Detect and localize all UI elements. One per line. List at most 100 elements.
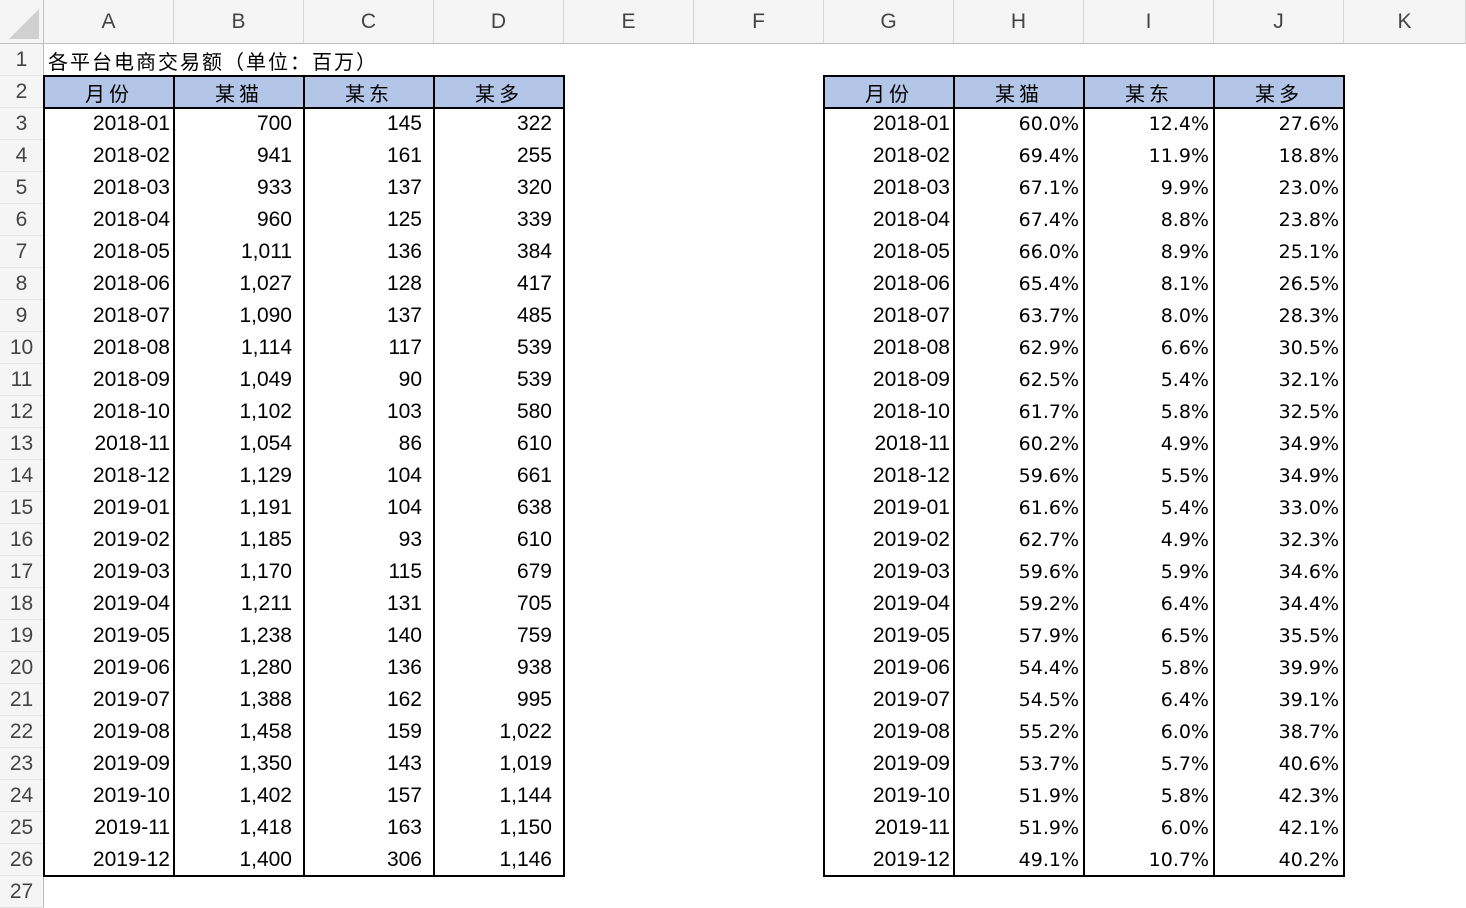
right_table-cell[interactable]: 53.7% (954, 748, 1084, 780)
left_table-cell[interactable]: 1,418 (174, 812, 304, 844)
left_table-cell[interactable]: 2018-05 (44, 236, 174, 268)
left_table-cell[interactable]: 2019-03 (44, 556, 174, 588)
right_table-cell[interactable]: 2019-07 (824, 684, 954, 716)
left_table-cell[interactable]: 679 (434, 556, 564, 588)
right_table-header-cell[interactable]: 某多 (1214, 76, 1344, 108)
left_table-cell[interactable]: 485 (434, 300, 564, 332)
right_table-cell[interactable]: 2018-03 (824, 172, 954, 204)
right_table-cell[interactable]: 42.1% (1214, 812, 1344, 844)
row-header-3[interactable]: 3 (0, 108, 44, 140)
right_table-cell[interactable]: 5.4% (1084, 364, 1214, 396)
left_table-cell[interactable]: 960 (174, 204, 304, 236)
left_table-header-cell[interactable]: 某猫 (174, 76, 304, 108)
right_table-cell[interactable]: 5.8% (1084, 396, 1214, 428)
left_table-cell[interactable]: 90 (304, 364, 434, 396)
row-header-9[interactable]: 9 (0, 300, 44, 332)
right_table-cell[interactable]: 67.1% (954, 172, 1084, 204)
left_table-cell[interactable]: 580 (434, 396, 564, 428)
right_table-cell[interactable]: 2018-08 (824, 332, 954, 364)
left_table-cell[interactable]: 2019-04 (44, 588, 174, 620)
left_table-cell[interactable]: 2018-02 (44, 140, 174, 172)
left_table-cell[interactable]: 137 (304, 300, 434, 332)
right_table-cell[interactable]: 2018-11 (824, 428, 954, 460)
left_table-cell[interactable]: 610 (434, 524, 564, 556)
column-header-k[interactable]: K (1344, 0, 1466, 44)
left_table-cell[interactable]: 1,238 (174, 620, 304, 652)
left_table-cell[interactable]: 125 (304, 204, 434, 236)
right_table-cell[interactable]: 59.2% (954, 588, 1084, 620)
left_table-cell[interactable]: 104 (304, 492, 434, 524)
right_table-cell[interactable]: 61.6% (954, 492, 1084, 524)
left_table-cell[interactable]: 539 (434, 364, 564, 396)
right_table-cell[interactable]: 2019-12 (824, 844, 954, 876)
right_table-cell[interactable]: 2019-10 (824, 780, 954, 812)
left_table-cell[interactable]: 2019-01 (44, 492, 174, 524)
left_table-cell[interactable]: 306 (304, 844, 434, 876)
left_table-cell[interactable]: 638 (434, 492, 564, 524)
left_table-cell[interactable]: 384 (434, 236, 564, 268)
left_table-cell[interactable]: 933 (174, 172, 304, 204)
right_table-cell[interactable]: 38.7% (1214, 716, 1344, 748)
left_table-cell[interactable]: 255 (434, 140, 564, 172)
right_table-cell[interactable]: 2019-11 (824, 812, 954, 844)
right_table-header-cell[interactable]: 月份 (824, 76, 954, 108)
left_table-cell[interactable]: 1,011 (174, 236, 304, 268)
right_table-cell[interactable]: 54.5% (954, 684, 1084, 716)
right_table-cell[interactable]: 51.9% (954, 812, 1084, 844)
sheet-title-cell-a1[interactable]: 各平台电商交易额（单位：百万） (48, 44, 378, 76)
right_table-cell[interactable]: 63.7% (954, 300, 1084, 332)
right_table-cell[interactable]: 2019-05 (824, 620, 954, 652)
right_table-cell[interactable]: 6.0% (1084, 716, 1214, 748)
right_table-cell[interactable]: 2018-02 (824, 140, 954, 172)
right_table-cell[interactable]: 69.4% (954, 140, 1084, 172)
right_table-cell[interactable]: 8.9% (1084, 236, 1214, 268)
left_table-cell[interactable]: 539 (434, 332, 564, 364)
right_table-cell[interactable]: 2018-07 (824, 300, 954, 332)
row-header-21[interactable]: 21 (0, 684, 44, 716)
row-header-17[interactable]: 17 (0, 556, 44, 588)
column-header-g[interactable]: G (824, 0, 954, 44)
right_table-cell[interactable]: 10.7% (1084, 844, 1214, 876)
left_table-header-cell[interactable]: 某东 (304, 76, 434, 108)
right_table-cell[interactable]: 66.0% (954, 236, 1084, 268)
row-header-16[interactable]: 16 (0, 524, 44, 556)
left_table-cell[interactable]: 131 (304, 588, 434, 620)
right_table-cell[interactable]: 55.2% (954, 716, 1084, 748)
left_table-cell[interactable]: 2019-02 (44, 524, 174, 556)
right_table-cell[interactable]: 6.5% (1084, 620, 1214, 652)
right_table-cell[interactable]: 62.7% (954, 524, 1084, 556)
right_table-cell[interactable]: 60.2% (954, 428, 1084, 460)
left_table-cell[interactable]: 145 (304, 108, 434, 140)
row-header-15[interactable]: 15 (0, 492, 44, 524)
left_table-cell[interactable]: 2019-10 (44, 780, 174, 812)
left_table-cell[interactable]: 2019-11 (44, 812, 174, 844)
left_table-cell[interactable]: 2019-06 (44, 652, 174, 684)
left_table-header-cell[interactable]: 月份 (44, 76, 174, 108)
right_table-cell[interactable]: 2019-01 (824, 492, 954, 524)
right_table-cell[interactable]: 40.2% (1214, 844, 1344, 876)
right_table-cell[interactable]: 34.9% (1214, 460, 1344, 492)
right_table-cell[interactable]: 6.4% (1084, 684, 1214, 716)
spreadsheet-grid[interactable]: ABCDEFGHIJK 1 2 3 4 5 6 7 8 9 10 11 12 13 14 15 16 17 18 1… (0, 0, 1466, 908)
right_table-cell[interactable]: 12.4% (1084, 108, 1214, 140)
right_table-cell[interactable]: 5.8% (1084, 780, 1214, 812)
left_table-cell[interactable]: 1,102 (174, 396, 304, 428)
left_table-cell[interactable]: 1,402 (174, 780, 304, 812)
left_table-cell[interactable]: 143 (304, 748, 434, 780)
row-header-1[interactable]: 1 (0, 44, 44, 76)
row-header-19[interactable]: 19 (0, 620, 44, 652)
right_table-cell[interactable]: 23.8% (1214, 204, 1344, 236)
left_table-cell[interactable]: 705 (434, 588, 564, 620)
left_table-cell[interactable]: 2018-07 (44, 300, 174, 332)
row-header-4[interactable]: 4 (0, 140, 44, 172)
left_table-cell[interactable]: 1,027 (174, 268, 304, 300)
left_table-cell[interactable]: 2018-12 (44, 460, 174, 492)
left_table-cell[interactable]: 320 (434, 172, 564, 204)
right_table-cell[interactable]: 33.0% (1214, 492, 1344, 524)
left_table-cell[interactable]: 93 (304, 524, 434, 556)
row-header-8[interactable]: 8 (0, 268, 44, 300)
left_table-cell[interactable]: 115 (304, 556, 434, 588)
right_table-cell[interactable]: 32.1% (1214, 364, 1344, 396)
row-header-26[interactable]: 26 (0, 844, 44, 876)
right_table-cell[interactable]: 40.6% (1214, 748, 1344, 780)
